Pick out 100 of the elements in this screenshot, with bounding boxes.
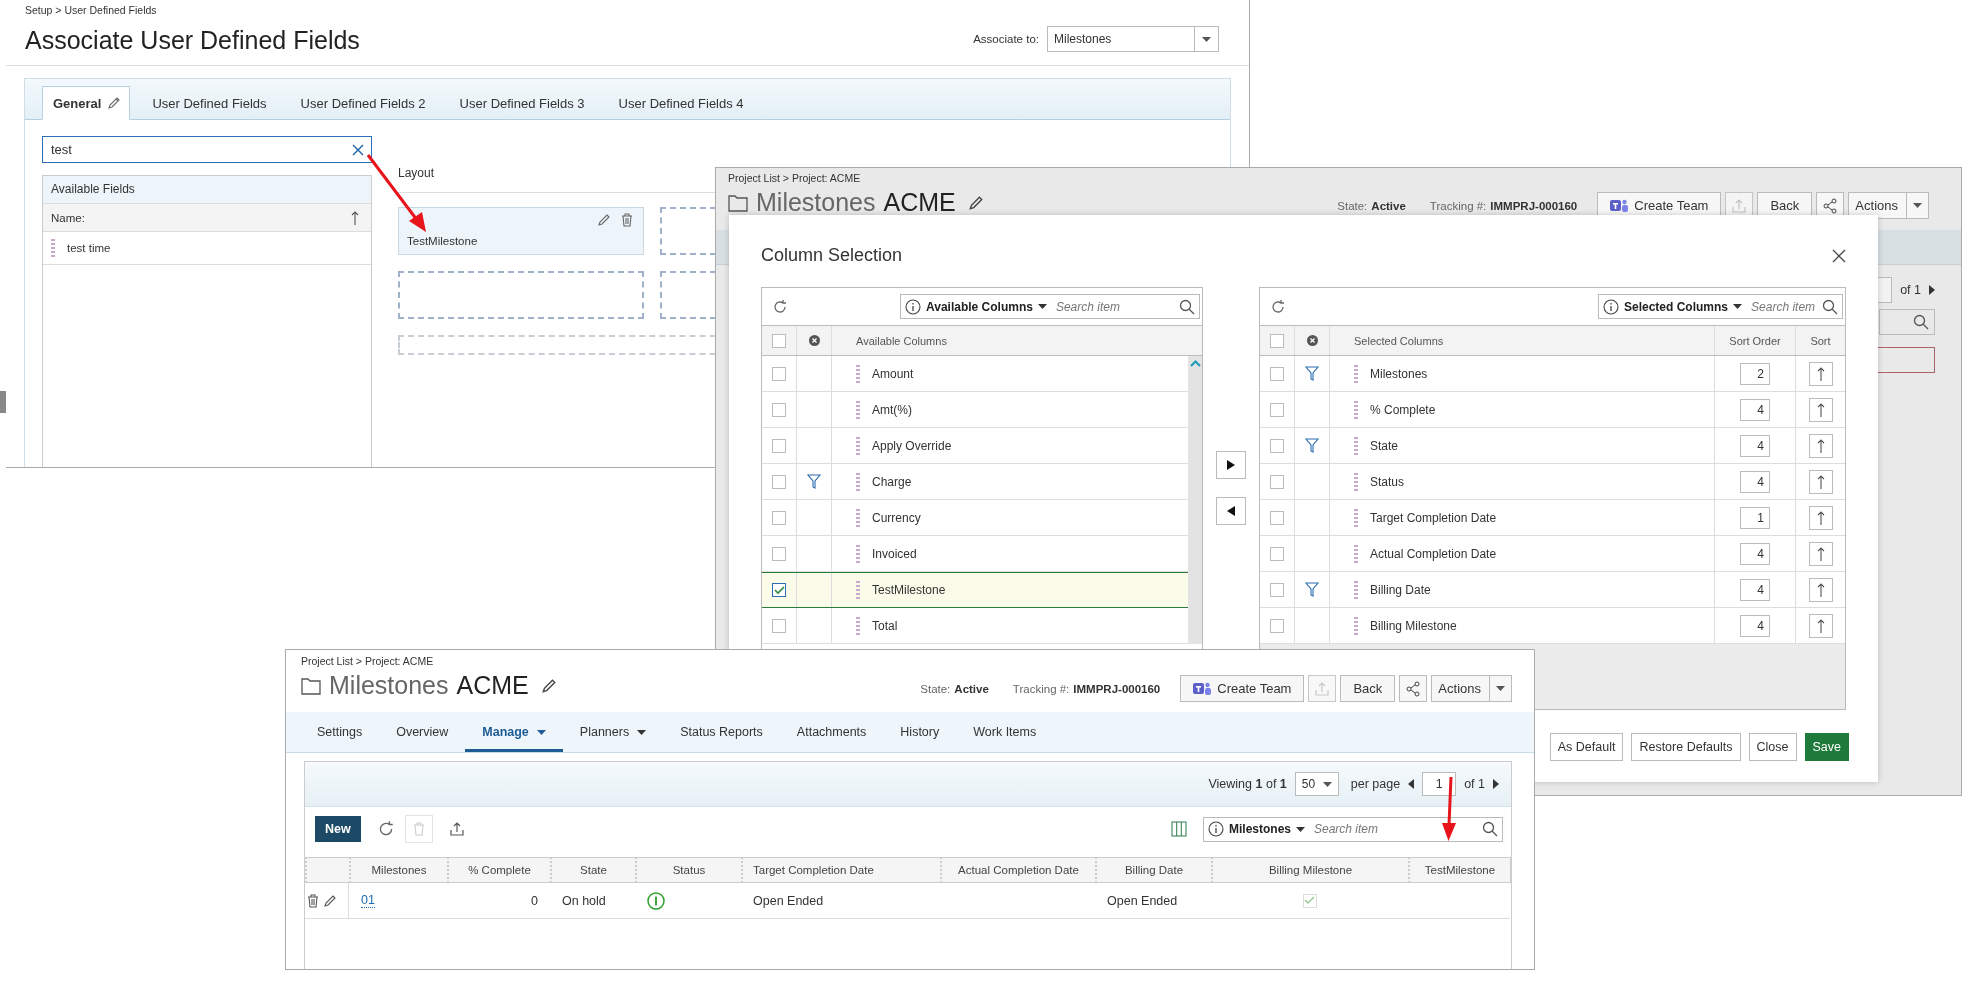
column-row[interactable]: Milestones 2 (1260, 356, 1845, 392)
sort-button[interactable] (1808, 541, 1833, 566)
back-button[interactable]: Back (1340, 675, 1396, 702)
column-header[interactable]: Actual Completion Date (940, 857, 1096, 883)
sort-order-field[interactable]: 1 (1740, 506, 1770, 529)
page-input[interactable]: 1 (1422, 772, 1457, 796)
drag-handle-icon[interactable] (1354, 400, 1358, 419)
delete-button[interactable] (404, 815, 433, 843)
trash-icon[interactable] (621, 213, 633, 227)
actions-button[interactable]: Actions (1848, 192, 1929, 219)
column-row[interactable]: TestMilestone (762, 572, 1188, 608)
column-row[interactable]: Apply Override (762, 428, 1188, 464)
drag-handle-icon[interactable] (856, 581, 860, 599)
field-name[interactable]: test time (67, 242, 111, 254)
column-row[interactable]: Billing Milestone 4 (1260, 608, 1845, 644)
refresh-icon[interactable] (772, 298, 788, 315)
move-right-button[interactable] (1216, 451, 1246, 479)
sort-button[interactable] (1808, 613, 1833, 638)
drag-handle-icon[interactable] (856, 436, 860, 455)
drag-handle-icon[interactable] (856, 616, 860, 635)
dialog-button[interactable]: Close (1748, 733, 1797, 761)
sort-order-field[interactable]: 4 (1740, 614, 1770, 637)
column-row[interactable]: Charge (762, 464, 1188, 500)
drag-handle-icon[interactable] (1354, 616, 1358, 635)
checkbox[interactable] (1270, 438, 1284, 453)
checkbox[interactable] (772, 474, 786, 489)
tab[interactable]: General (42, 86, 131, 120)
trash-icon[interactable] (307, 893, 319, 908)
checkbox[interactable] (1270, 333, 1284, 348)
scroll-up-icon[interactable] (1189, 360, 1201, 367)
checkbox[interactable] (1270, 402, 1284, 417)
column-row[interactable]: Total (762, 608, 1188, 644)
filter-icon[interactable] (1305, 581, 1319, 598)
new-button[interactable]: New (315, 816, 361, 842)
tab[interactable]: User Defined Fields (140, 87, 289, 119)
drag-handle-icon[interactable] (856, 508, 860, 527)
drag-handle-icon[interactable] (1354, 472, 1358, 491)
column-header[interactable]: Milestones (349, 857, 448, 883)
dialog-button[interactable]: As Default (1549, 733, 1624, 761)
per-page-dropdown[interactable]: 50 (1294, 772, 1339, 796)
sort-order-field[interactable]: 4 (1740, 542, 1770, 565)
checkbox[interactable] (1270, 546, 1284, 561)
drag-handle-icon[interactable] (856, 364, 860, 383)
sort-button[interactable] (1808, 469, 1833, 494)
tab[interactable]: User Defined Fields 4 (606, 87, 766, 119)
filter-icon[interactable] (1305, 437, 1319, 454)
drag-handle-icon[interactable] (1354, 508, 1358, 527)
checkbox[interactable] (1270, 474, 1284, 489)
upload-icon[interactable] (448, 821, 465, 837)
drag-handle-icon[interactable] (1354, 436, 1358, 455)
refresh-icon[interactable] (1270, 298, 1286, 315)
scrollbar[interactable] (1188, 356, 1202, 644)
columns-icon[interactable] (1171, 821, 1187, 837)
column-row[interactable]: Invoiced (762, 536, 1188, 572)
move-left-button[interactable] (1216, 497, 1246, 525)
clear-filter-icon[interactable] (808, 335, 820, 346)
filter-icon[interactable] (807, 473, 821, 490)
search-field[interactable]: test (42, 136, 372, 163)
sort-button[interactable] (1808, 397, 1833, 422)
drag-handle-icon[interactable] (1354, 580, 1358, 599)
sort-button[interactable] (1808, 433, 1833, 458)
tab[interactable]: Work Items (956, 712, 1054, 752)
checkbox[interactable] (772, 510, 786, 525)
column-header[interactable]: Target Completion Date (741, 857, 941, 883)
checkbox[interactable] (1270, 582, 1284, 597)
actions-button[interactable]: Actions (1431, 675, 1512, 702)
column-header[interactable]: Billing Date (1095, 857, 1212, 883)
create-team-button[interactable]: Create Team (1180, 675, 1305, 702)
column-row[interactable]: Amt(%) (762, 392, 1188, 428)
associate-dropdown[interactable]: Milestones (1047, 26, 1219, 52)
sort-button[interactable] (1808, 361, 1833, 386)
tab[interactable]: Overview (379, 712, 466, 752)
column-row[interactable]: Billing Date 4 (1260, 572, 1845, 608)
panel-handle[interactable] (0, 391, 6, 413)
column-header[interactable]: Billing Milestone (1211, 857, 1409, 883)
share-button[interactable] (1399, 675, 1428, 702)
search-field[interactable]: Selected Columns Search item (1598, 294, 1843, 319)
drag-handle-icon[interactable] (856, 400, 860, 419)
drag-handle-icon[interactable] (1354, 544, 1358, 563)
checkbox[interactable] (772, 618, 786, 633)
column-header[interactable]: Status (635, 857, 742, 883)
filter-icon[interactable] (1305, 365, 1319, 382)
drag-handle-icon[interactable] (51, 239, 55, 257)
clear-filter-icon[interactable] (1306, 335, 1318, 346)
tab[interactable]: History (883, 712, 957, 752)
tab[interactable]: Settings (300, 712, 380, 752)
checkbox[interactable] (772, 583, 786, 597)
column-row[interactable]: Status 4 (1260, 464, 1845, 500)
column-row[interactable]: State 4 (1260, 428, 1845, 464)
dialog-button[interactable]: Restore Defaults (1631, 733, 1741, 761)
milestone-link[interactable]: 01 (361, 893, 375, 908)
next-page-icon[interactable] (1929, 285, 1935, 295)
drag-handle-icon[interactable] (1354, 364, 1358, 383)
save-button[interactable]: Save (1804, 733, 1849, 761)
checkbox[interactable] (772, 366, 786, 381)
previous-page-icon[interactable] (1408, 779, 1415, 789)
checkbox[interactable] (1270, 366, 1284, 381)
sort-order-field[interactable]: 4 (1740, 398, 1770, 421)
pencil-icon[interactable] (323, 893, 337, 908)
checkbox[interactable] (772, 333, 786, 348)
